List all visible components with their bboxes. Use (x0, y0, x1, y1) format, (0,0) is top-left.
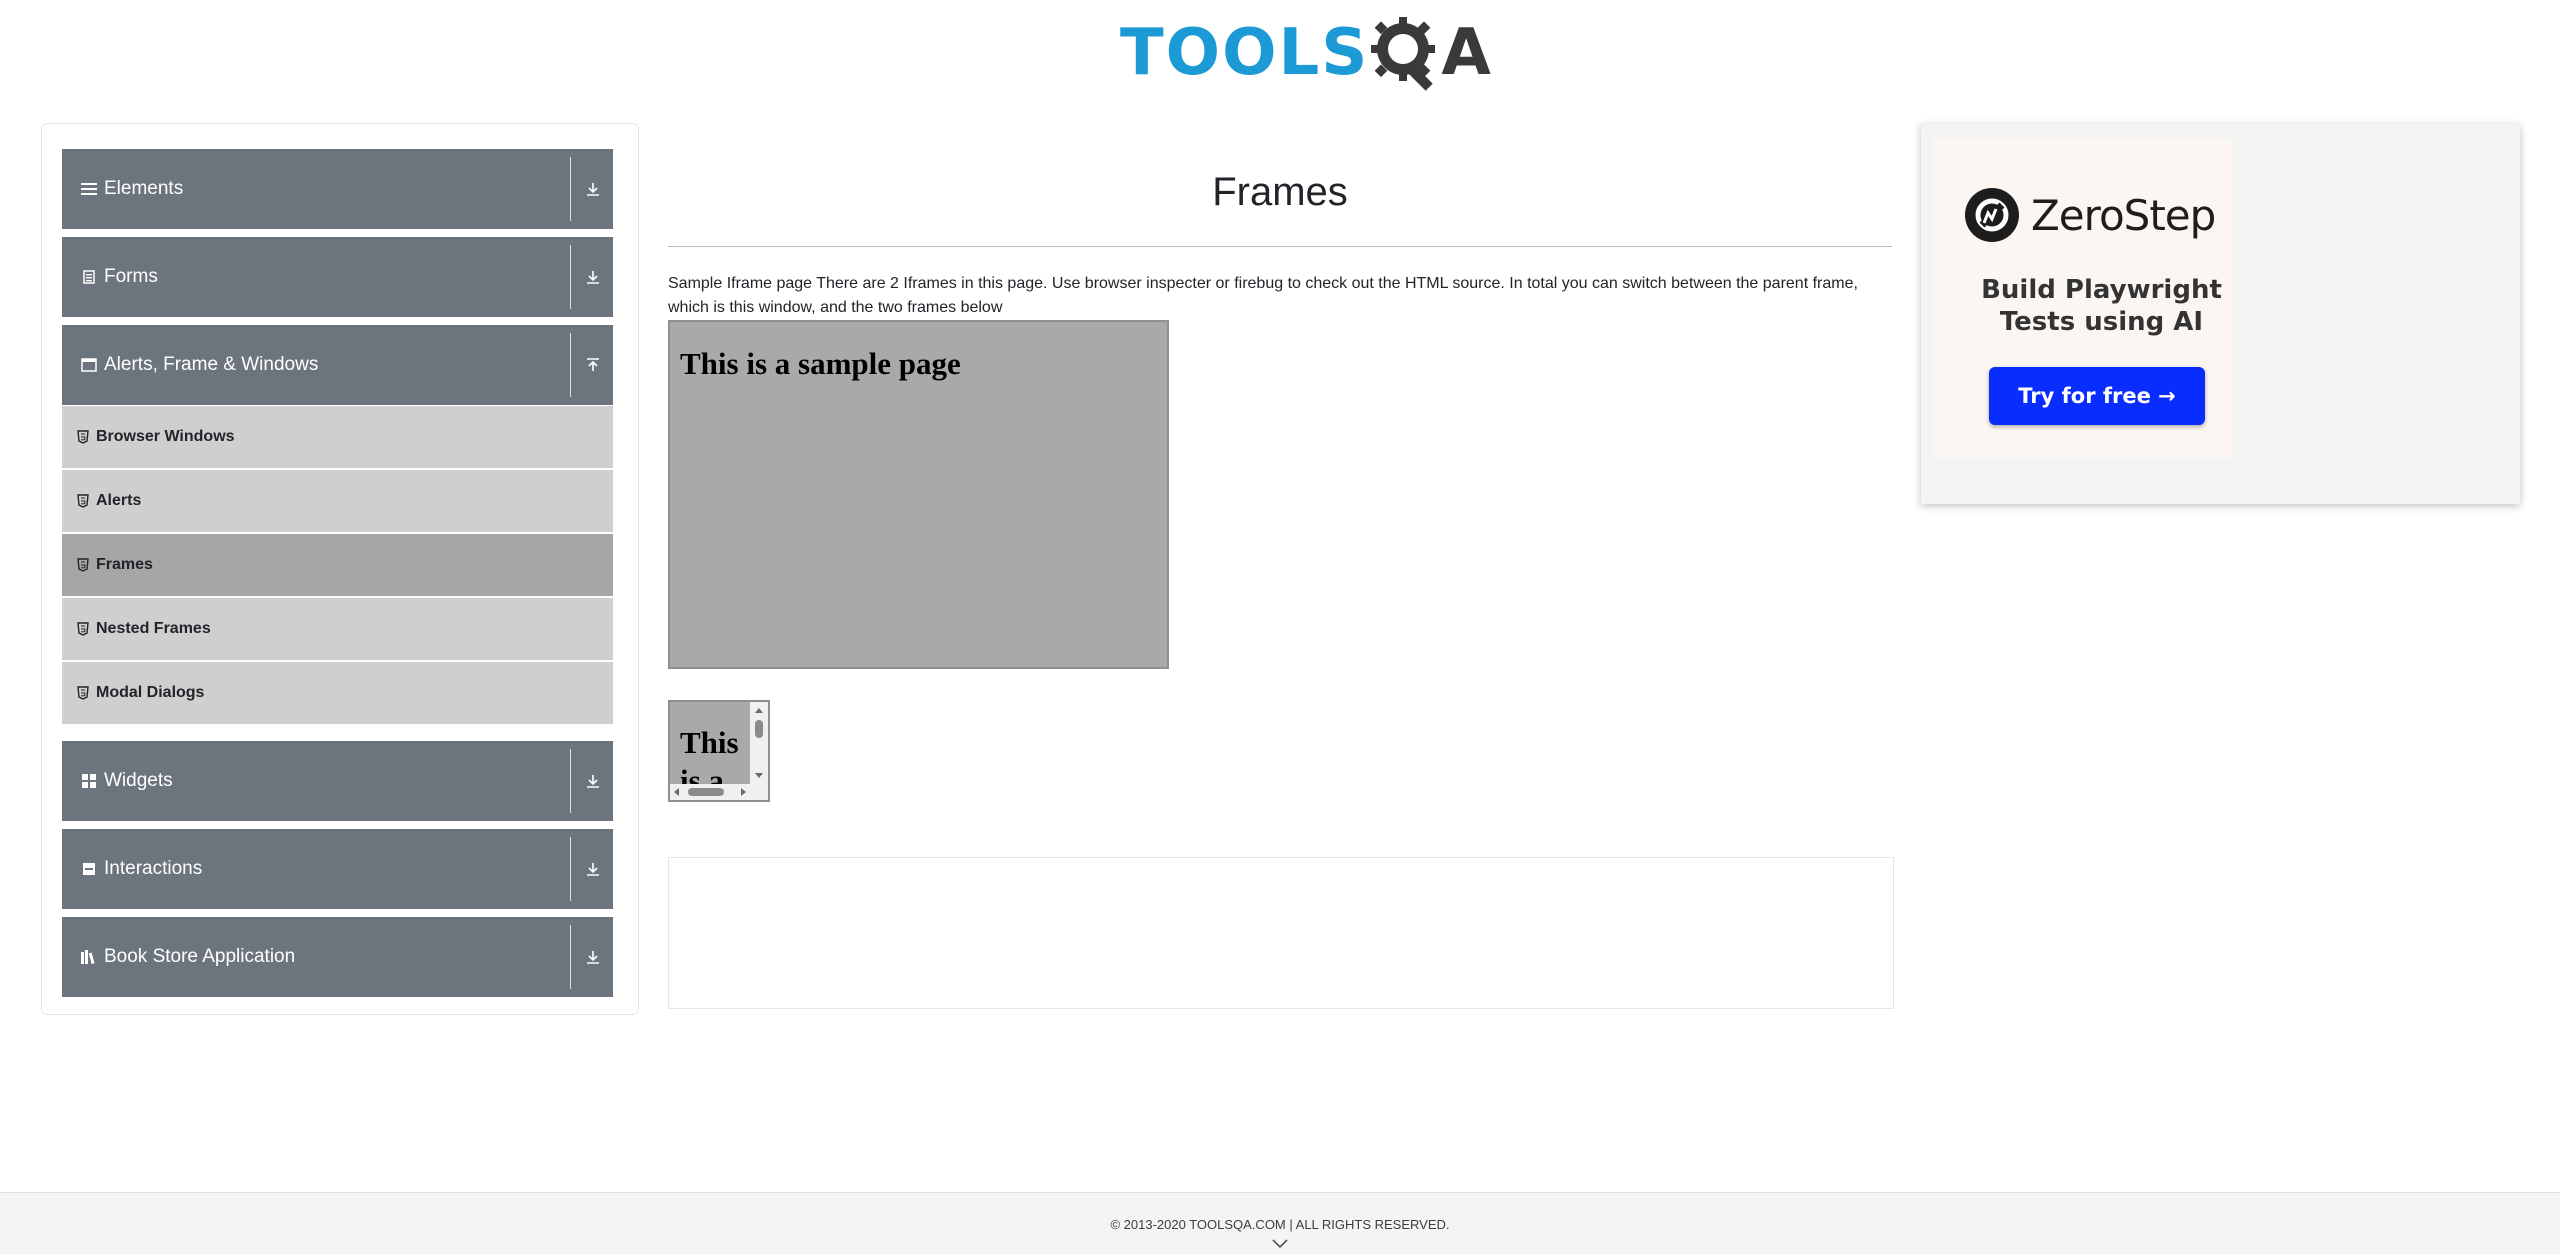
sidebar-item-label: Modal Dialogs (96, 684, 205, 701)
collapse-arrow-icon[interactable] (581, 351, 605, 379)
title-divider (668, 246, 1892, 247)
group-header-interactions[interactable]: Interactions (62, 829, 613, 909)
footer: © 2013-2020 TOOLSQA.COM | ALL RIGHTS RES… (0, 1192, 2560, 1254)
page-title: Frames (1212, 170, 1348, 214)
expand-arrow-icon[interactable] (581, 767, 605, 795)
sidebar-item-modal-dialogs[interactable]: Modal Dialogs (62, 662, 613, 724)
group-label-book-store: Book Store Application (104, 946, 296, 967)
copyright-text: © 2013-2020 TOOLSQA.COM | ALL RIGHTS RES… (1110, 1217, 1450, 1232)
sidebar-item-label: Browser Windows (96, 428, 235, 445)
sidebar-item-nested-frames[interactable]: Nested Frames (62, 598, 613, 660)
scrollbar-corner (750, 784, 768, 800)
ad-headline-line: Build Playwright (1981, 275, 2222, 305)
grid-icon (79, 774, 99, 788)
group-label-elements: Elements (104, 178, 184, 199)
ad-headline: Build Playwright Tests using AI (1933, 274, 2270, 338)
sidebar-item-label: Nested Frames (96, 620, 211, 637)
try-for-free-button[interactable]: Try for free → (1989, 367, 2205, 425)
sidebar-item-frames[interactable]: Frames (62, 534, 613, 596)
logo-tools-text: TOOLS (1120, 16, 1370, 90)
expand-arrow-icon[interactable] (581, 175, 605, 203)
iframe-large[interactable]: This is a sample page (668, 320, 1169, 669)
group-header-widgets[interactable]: Widgets (62, 741, 613, 821)
zerostep-ad[interactable]: ZeroStep Build Playwright Tests using AI… (1921, 124, 2520, 504)
group-label-interactions: Interactions (104, 858, 203, 879)
expand-arrow-icon[interactable] (581, 855, 605, 883)
ad-brand: ZeroStep (1965, 188, 2216, 242)
window-icon (79, 358, 99, 372)
html5-icon (77, 430, 89, 444)
sidebar-item-label: Frames (96, 556, 153, 573)
vertical-scrollbar[interactable] (750, 702, 768, 784)
group-header-forms[interactable]: Forms (62, 237, 613, 317)
ad-placeholder (668, 857, 1894, 1009)
group-divider (570, 333, 571, 397)
html5-icon (77, 558, 89, 572)
sidebar-item-label: Alerts (96, 492, 142, 509)
group-divider (570, 925, 571, 989)
gear-magnifier-icon (1371, 17, 1436, 91)
interaction-icon (79, 862, 99, 876)
group-divider (570, 749, 571, 813)
group-divider (570, 157, 571, 221)
group-divider (570, 245, 571, 309)
alerts-submenu: Browser Windows Alerts Frames Nested Fra… (62, 406, 613, 726)
group-divider (570, 837, 571, 901)
html5-icon (77, 494, 89, 508)
frame-content: This is a sample page (670, 702, 750, 784)
group-header-alerts-frame-windows[interactable]: Alerts, Frame & Windows (62, 325, 613, 405)
ad-headline-line: Tests using AI (1999, 307, 2204, 337)
menu-icon (79, 182, 99, 196)
group-label-alerts-frame-windows: Alerts, Frame & Windows (104, 354, 319, 375)
html5-icon (77, 622, 89, 636)
page-description: Sample Iframe page There are 2 Iframes i… (668, 275, 1858, 316)
group-label-forms: Forms (104, 266, 158, 287)
expand-arrow-icon[interactable] (581, 943, 605, 971)
group-header-book-store[interactable]: Book Store Application (62, 917, 613, 997)
toolsqa-logo[interactable]: TOOLS A (1120, 14, 1493, 92)
frame-heading: This is a sample page (680, 725, 739, 784)
ad-card: ZeroStep Build Playwright Tests using AI… (1933, 138, 2233, 458)
horizontal-scrollbar[interactable] (670, 784, 750, 800)
zerostep-logo-icon (1965, 188, 2019, 242)
logo-a-text: A (1441, 16, 1493, 90)
left-panel: Elements Forms Alerts, Frame & Windows B… (41, 123, 639, 1015)
form-icon (79, 270, 99, 284)
chevron-down-icon[interactable] (1270, 1237, 1290, 1251)
sidebar-item-browser-windows[interactable]: Browser Windows (62, 406, 613, 468)
ad-brand-name: ZeroStep (2031, 190, 2216, 240)
sidebar-item-alerts[interactable]: Alerts (62, 470, 613, 532)
frame-heading: This is a sample page (680, 346, 961, 381)
books-icon (79, 950, 99, 964)
html5-icon (77, 686, 89, 700)
group-header-elements[interactable]: Elements (62, 149, 613, 229)
iframe-small[interactable]: This is a sample page (668, 700, 770, 802)
group-label-widgets: Widgets (104, 770, 173, 791)
logo-qa-text: A (1369, 15, 1493, 91)
expand-arrow-icon[interactable] (581, 263, 605, 291)
